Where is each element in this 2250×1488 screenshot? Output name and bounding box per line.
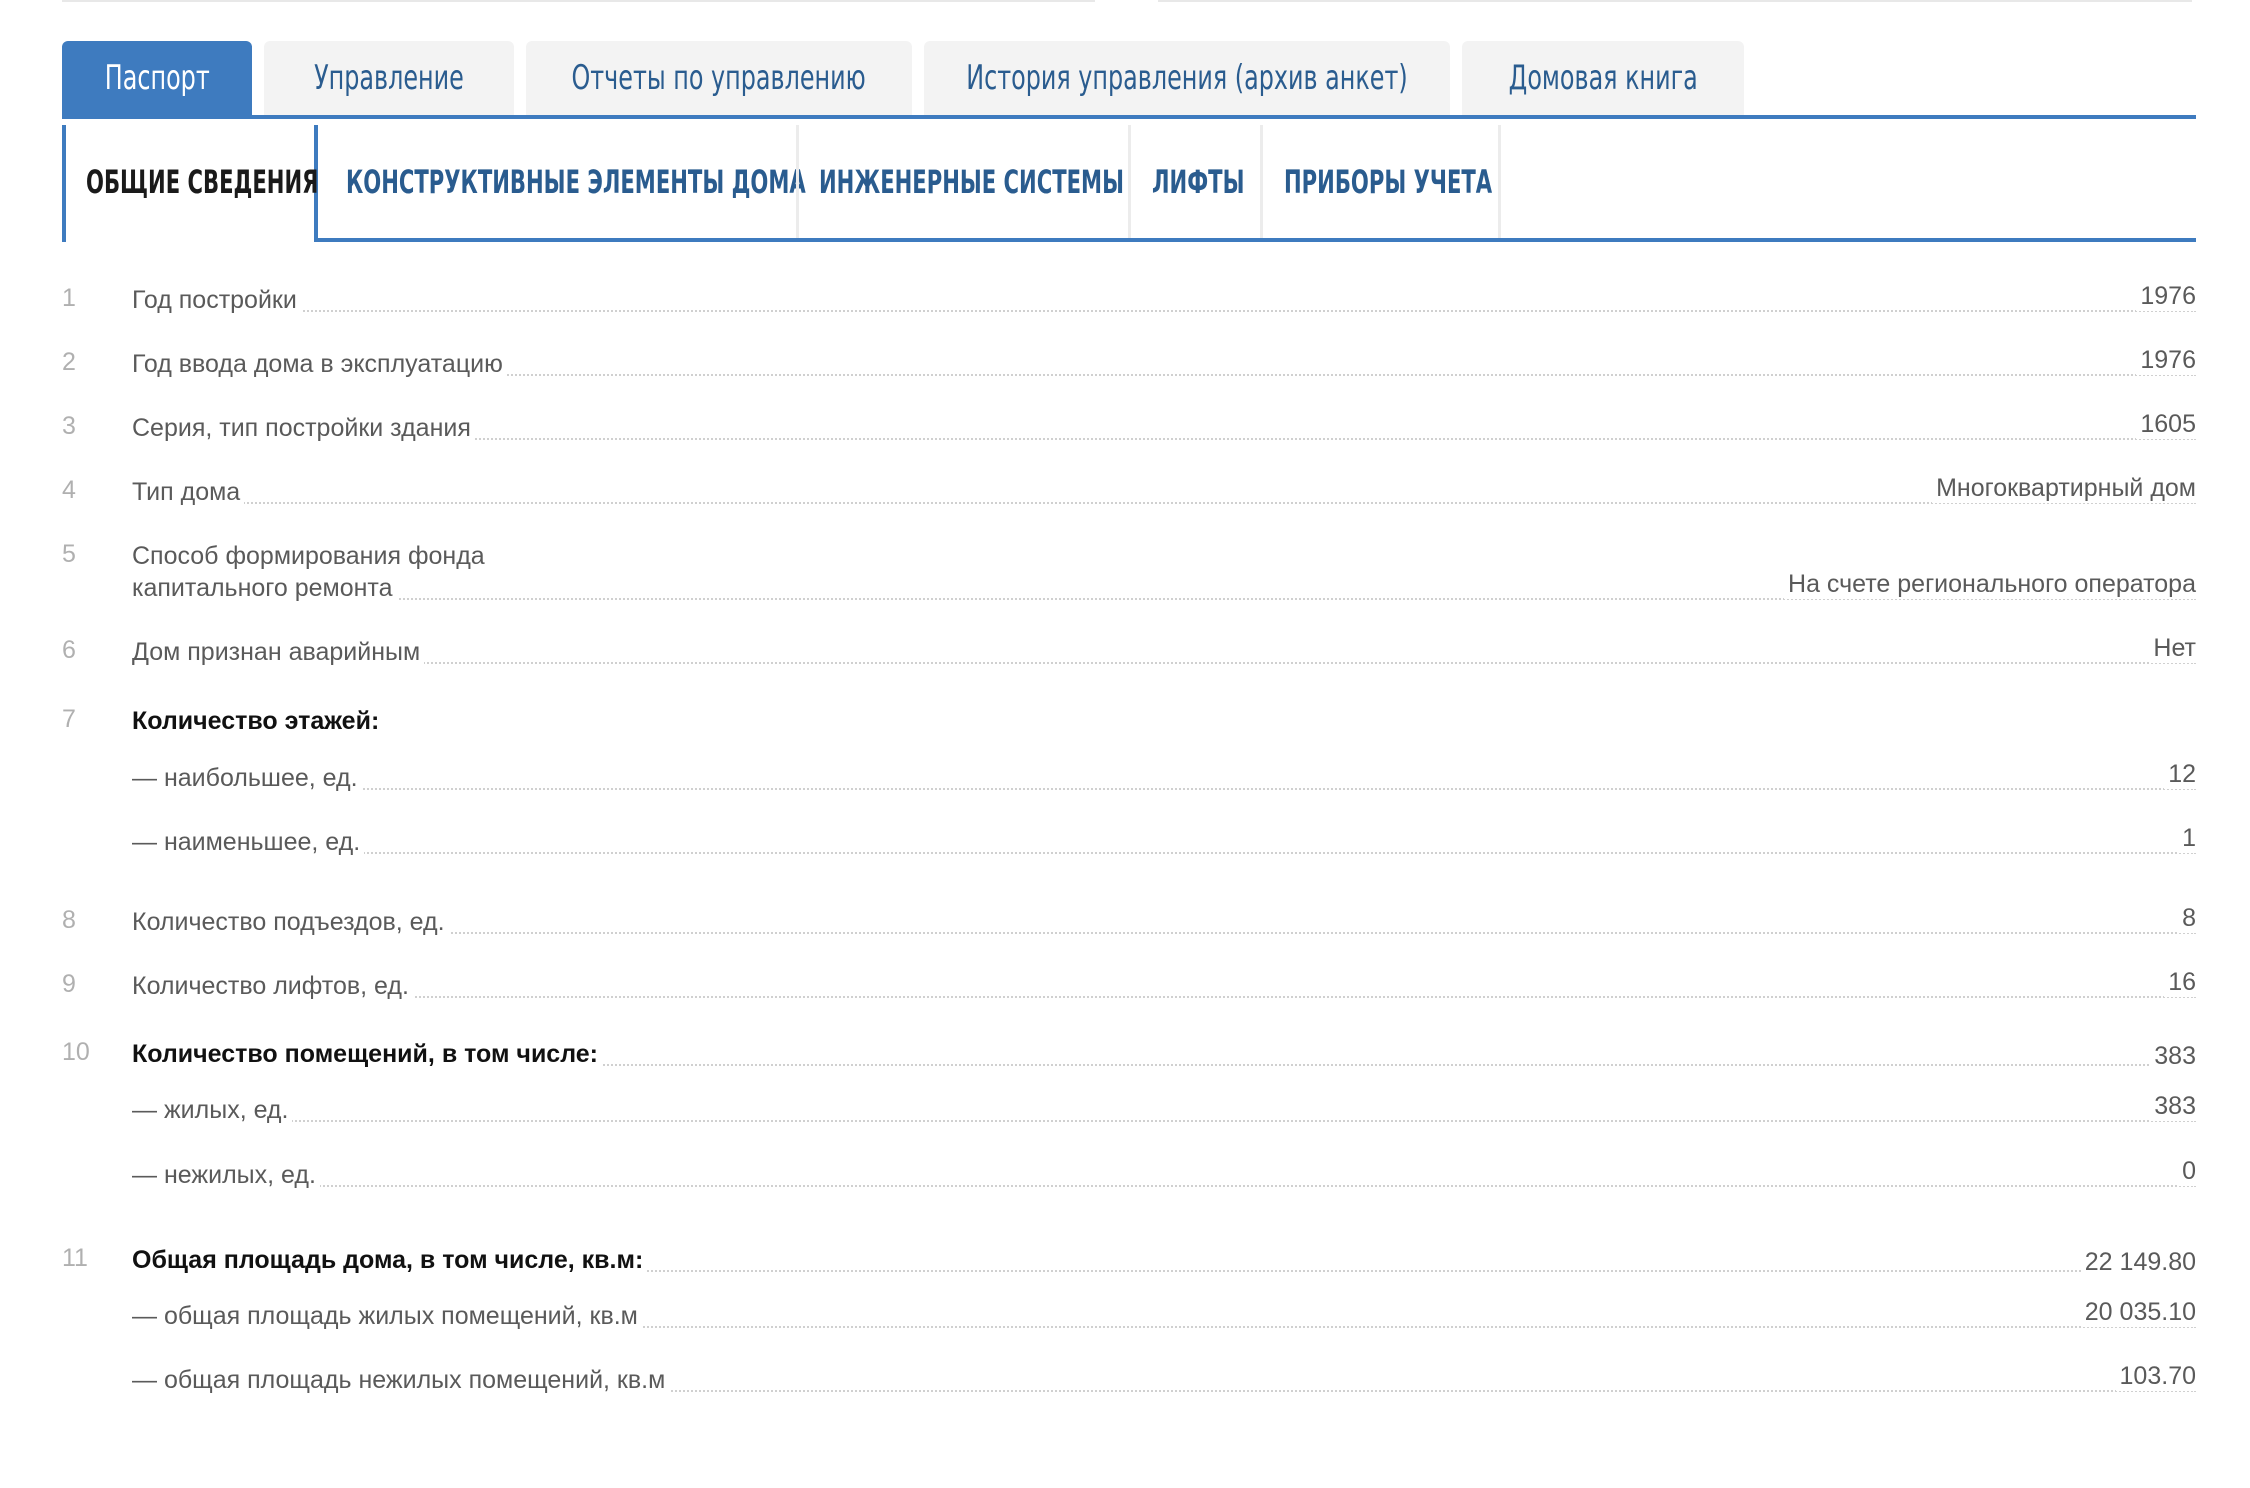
row-label: — общая площадь жилых помещений, кв.м [132, 1300, 642, 1332]
row-label: Тип дома [132, 476, 245, 508]
sub-tab-separator [1128, 125, 1131, 238]
sub-tab-separator [796, 125, 799, 238]
row-label: Серия, тип постройки здания [132, 412, 475, 444]
sub-tabs-underline [62, 238, 2196, 242]
row-value: 1 [2178, 824, 2196, 853]
main-tabs: Паспорт Управление Отчеты по управлению … [62, 41, 1756, 115]
row-number: 5 [62, 540, 76, 568]
row-label: Количество этажей: [132, 705, 384, 737]
row-number: 6 [62, 636, 76, 664]
row-value: 103.70 [2115, 1362, 2196, 1391]
tab-management-history[interactable]: История управления (архив анкет) [924, 41, 1450, 115]
row-label: Количество лифтов, ед. [132, 970, 413, 1002]
sub-tab-separator [1260, 125, 1263, 238]
row-value: Нет [2149, 634, 2196, 663]
row-number: 10 [62, 1038, 90, 1066]
sub-tabs: ОБЩИЕ СВЕДЕНИЯ КОНСТРУКТИВНЫЕ ЭЛЕМЕНТЫ Д… [62, 119, 2196, 242]
row-label: Количество подъездов, ед. [132, 906, 449, 938]
row-value: 20 035.10 [2080, 1298, 2196, 1327]
row-value: 16 [2164, 968, 2196, 997]
row-number: 3 [62, 412, 76, 440]
row-number: 1 [62, 284, 76, 312]
tab-management[interactable]: Управление [264, 41, 514, 115]
dotted-leader [132, 310, 2196, 312]
row-value: 12 [2164, 760, 2196, 789]
top-divider-left [62, 0, 1095, 2]
row-label: Год ввода дома в эксплуатацию [132, 348, 507, 380]
row-number: 4 [62, 476, 76, 504]
row-number: 11 [62, 1244, 88, 1272]
row-label-line1: Способ формирования фонда [132, 540, 489, 572]
row-number: 2 [62, 348, 76, 376]
subtab-meters[interactable]: ПРИБОРЫ УЧЕТА [1284, 125, 1599, 238]
row-value: 0 [2178, 1157, 2196, 1186]
tab-management-reports[interactable]: Отчеты по управлению [526, 41, 912, 115]
dotted-leader [132, 788, 2196, 790]
tab-house-book[interactable]: Домовая книга [1462, 41, 1744, 115]
row-label: Год постройки [132, 284, 301, 316]
row-value: На счете регионального оператора [1784, 570, 2196, 599]
row-value: 1976 [2136, 346, 2196, 375]
row-label: Общая площадь дома, в том числе, кв.м: [132, 1244, 648, 1276]
dotted-leader [132, 1185, 2196, 1187]
row-label: — наименьшее, ед. [132, 826, 365, 858]
row-label: — жилых, ед. [132, 1094, 293, 1126]
row-number: 7 [62, 705, 76, 733]
row-value: Многоквартирный дом [1932, 474, 2196, 503]
row-label: — наибольшее, ед. [132, 762, 362, 794]
row-value: 383 [2150, 1092, 2196, 1121]
row-value: 22 149.80 [2080, 1248, 2196, 1277]
row-label: — нежилых, ед. [132, 1159, 320, 1191]
subtab-elevators[interactable]: ЛИФТЫ [1152, 125, 1292, 238]
row-label: — общая площадь нежилых помещений, кв.м [132, 1364, 670, 1396]
top-divider-right [1158, 0, 2192, 2]
row-number: 9 [62, 970, 76, 998]
dotted-leader [132, 852, 2196, 854]
row-label: Количество помещений, в том числе: [132, 1038, 602, 1070]
row-label: Дом признан аварийным [132, 636, 425, 668]
dotted-leader [132, 996, 2196, 998]
dotted-leader [132, 1120, 2196, 1122]
sub-tab-separator [1498, 125, 1501, 238]
row-value: 1976 [2136, 282, 2196, 311]
row-value: 8 [2178, 904, 2196, 933]
tab-passport[interactable]: Паспорт [62, 41, 252, 115]
row-number: 8 [62, 906, 76, 934]
row-label-line2: капитального ремонта [132, 572, 397, 604]
dotted-leader [132, 502, 2196, 504]
row-value: 383 [2150, 1042, 2196, 1071]
row-value: 1605 [2136, 410, 2196, 439]
dotted-leader [132, 662, 2196, 664]
